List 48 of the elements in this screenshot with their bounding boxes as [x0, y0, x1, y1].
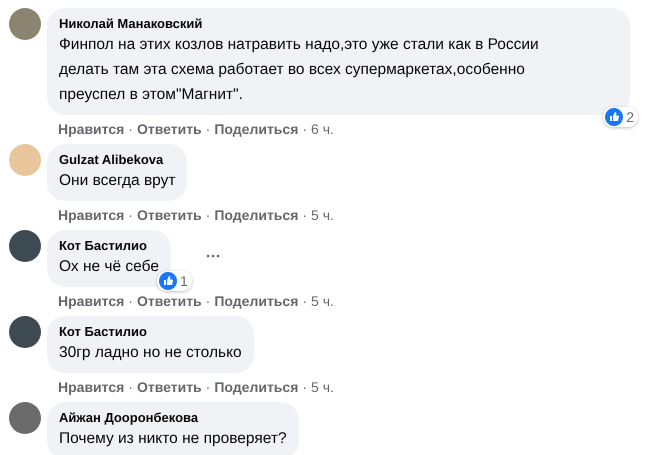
separator-dot: · — [302, 292, 308, 310]
comment-time[interactable]: 6 ч. — [311, 118, 334, 140]
separator-dot: · — [302, 206, 308, 224]
separator-dot: · — [206, 206, 210, 224]
separator-dot: · — [302, 120, 308, 138]
comment-author[interactable]: Николай Манаковский — [59, 16, 618, 32]
action-link[interactable]: Ответить — [136, 376, 202, 398]
action-link[interactable]: Нравится — [58, 204, 124, 226]
action-link[interactable]: Поделиться — [214, 376, 298, 398]
reaction-badge[interactable]: 1 — [156, 271, 192, 291]
avatar-placeholder[interactable] — [9, 230, 41, 262]
thumbs-up-icon — [158, 272, 177, 290]
avatar-placeholder[interactable] — [9, 316, 41, 348]
action-link[interactable]: Поделиться — [214, 204, 298, 226]
comment-text: Ох не чё себе — [59, 257, 159, 277]
separator-dot: · — [206, 292, 210, 310]
action-link[interactable]: Нравится — [58, 290, 124, 312]
comment-author[interactable]: Кот Бастилио — [59, 238, 159, 254]
more-options-icon[interactable] — [206, 254, 220, 258]
action-link[interactable]: Ответить — [136, 118, 202, 140]
separator-dot: · — [206, 378, 210, 396]
action-link[interactable]: Нравится — [58, 118, 124, 140]
comment-time[interactable]: 5 ч. — [311, 290, 334, 312]
comment-text: Финпол на этих козлов натравить надо,это уже стали как в России делать там эта схема работает во всех супермаркетах,особенно преуспел в этом"Магнит". — [59, 35, 540, 105]
separator-dot: · — [302, 378, 308, 396]
comment-author[interactable]: Gulzat Alibekova — [59, 152, 176, 168]
action-link[interactable]: Нравится — [58, 376, 124, 398]
separator-dot: · — [206, 120, 210, 138]
separator-dot: · — [128, 206, 133, 224]
reaction-count: 2 — [626, 108, 634, 126]
avatar-placeholder[interactable] — [9, 402, 41, 434]
comment-time[interactable]: 5 ч. — [311, 204, 334, 226]
reaction-badge[interactable]: 2 — [603, 107, 638, 127]
comment-author[interactable]: Кот Бастилио — [59, 324, 242, 340]
comment-author[interactable]: Айжан Дооронбекова — [59, 410, 287, 426]
separator-dot: · — [128, 292, 133, 310]
comment-text: Они всегда врут — [59, 171, 176, 191]
separator-dot: · — [128, 378, 133, 396]
comment-time[interactable]: 5 ч. — [311, 376, 334, 398]
thumbs-up-icon — [605, 108, 624, 126]
separator-dot: · — [128, 120, 133, 138]
action-link[interactable]: Ответить — [136, 204, 202, 226]
action-link[interactable]: Поделиться — [214, 118, 298, 140]
action-link[interactable]: Ответить — [136, 290, 202, 312]
comment-text: Почему из никто не проверяет? — [59, 429, 287, 449]
reaction-count: 1 — [180, 272, 188, 290]
comment-text: 30гр ладно но не столько — [59, 343, 242, 363]
action-link[interactable]: Поделиться — [214, 290, 298, 312]
